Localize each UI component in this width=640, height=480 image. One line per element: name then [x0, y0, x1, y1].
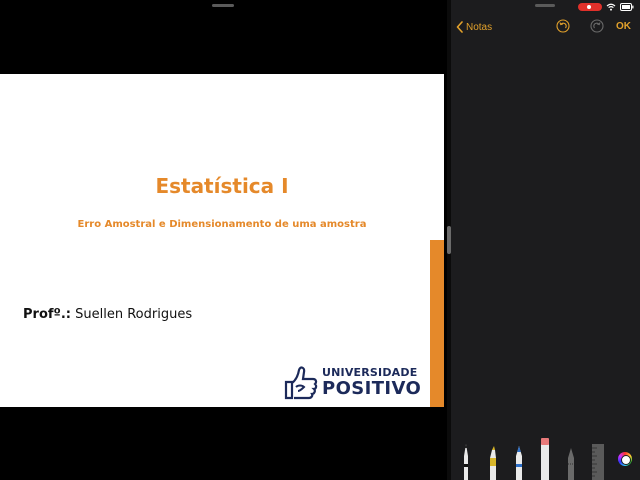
ruler-icon[interactable] — [592, 444, 604, 480]
drawing-tool-tray — [451, 438, 640, 480]
redo-icon[interactable] — [590, 19, 604, 33]
status-bar — [578, 3, 634, 11]
multitasking-grabber[interactable] — [212, 4, 234, 7]
slide-subtitle: Erro Amostral e Dimensionamento de uma a… — [77, 219, 367, 230]
notes-pane: Notas OK — [451, 0, 640, 480]
notes-multitasking-grabber[interactable] — [535, 4, 555, 7]
logo-line-2: POSITIVO — [322, 378, 422, 399]
pen-icon[interactable] — [461, 440, 471, 480]
ok-button[interactable]: OK — [616, 21, 631, 32]
slide-title: Estatística I — [155, 174, 289, 198]
eraser-icon[interactable] — [540, 438, 550, 480]
professor-label: Profº.: — [23, 307, 71, 322]
thumbs-up-logo-icon — [284, 366, 318, 400]
pencil-blue-icon[interactable] — [514, 442, 524, 480]
presentation-slide: Estatística I Erro Amostral e Dimensiona… — [0, 74, 444, 407]
battery-icon — [620, 3, 634, 11]
professor-name: Suellen Rodrigues — [71, 307, 193, 322]
chevron-left-icon — [456, 21, 463, 33]
screen-recording-icon[interactable] — [578, 3, 602, 11]
undo-icon[interactable] — [556, 19, 570, 33]
marker-icon[interactable] — [488, 444, 498, 480]
wifi-icon — [606, 3, 616, 11]
back-to-notes-button[interactable]: Notas — [456, 19, 492, 35]
slide-accent-bar — [430, 240, 444, 407]
lasso-icon[interactable] — [566, 446, 576, 480]
university-logo: UNIVERSIDADE POSITIVO — [278, 360, 423, 402]
slide-professor: Profº.: Suellen Rodrigues — [23, 307, 192, 322]
back-label: Notas — [466, 21, 493, 33]
color-palette-icon[interactable] — [618, 452, 632, 466]
video-pane: Estatística I Erro Amostral e Dimensiona… — [0, 0, 447, 480]
